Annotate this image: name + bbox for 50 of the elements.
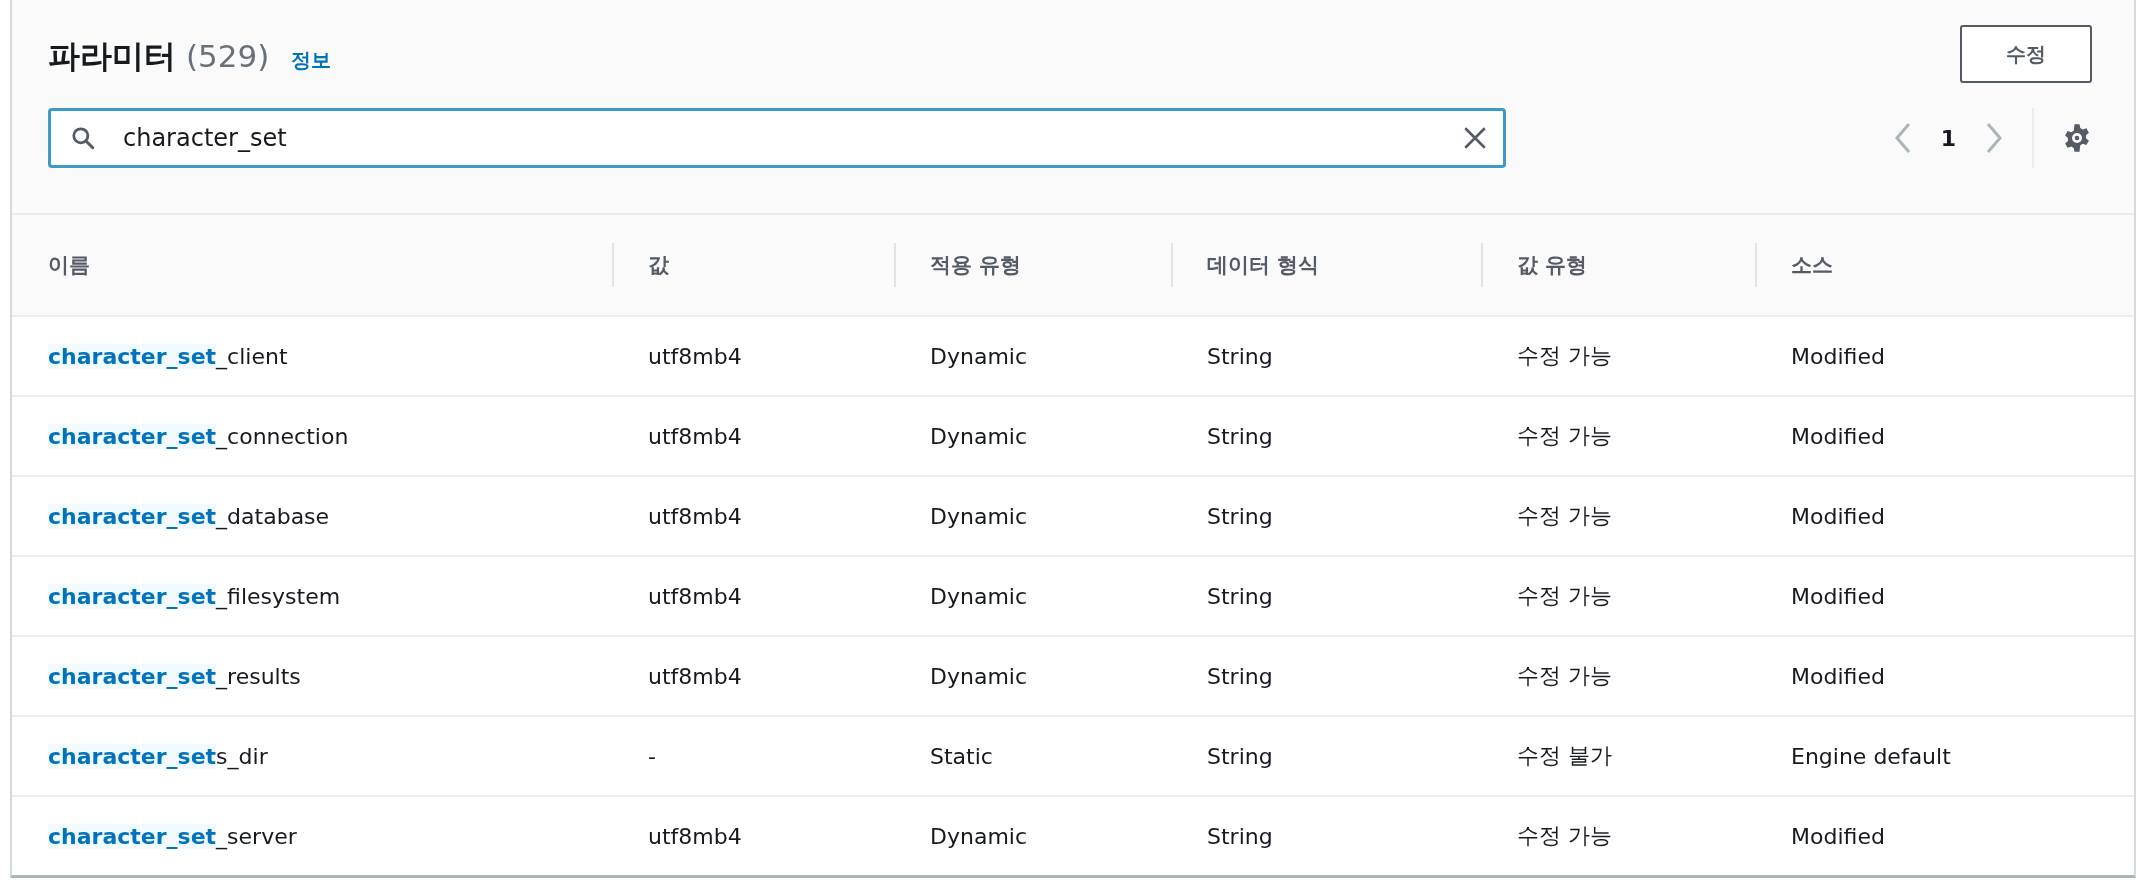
table-cell: String [1207, 583, 1273, 609]
table-cell: Modified [1791, 343, 1885, 369]
settings-icon[interactable] [2062, 123, 2092, 153]
table-cell: Engine default [1791, 743, 1951, 769]
column-header[interactable]: 적용 유형 [930, 253, 1022, 277]
info-link[interactable]: 정보 [291, 47, 332, 74]
table-cell: utf8mb4 [648, 343, 742, 369]
table-cell: Modified [1791, 823, 1885, 849]
table-cell: 수정 가능 [1517, 343, 1612, 368]
table-cell: 수정 가능 [1517, 423, 1612, 448]
edit-button[interactable]: 수정 [1960, 25, 2092, 83]
table-cell: Modified [1791, 423, 1885, 449]
table-cell: utf8mb4 [648, 663, 742, 689]
table-cell: Modified [1791, 583, 1885, 609]
table-cell: utf8mb4 [648, 583, 742, 609]
column-header[interactable]: 데이터 형식 [1207, 253, 1320, 277]
column-header[interactable]: 값 유형 [1517, 253, 1588, 277]
search-icon [70, 125, 96, 151]
table-cell: Dynamic [930, 583, 1028, 609]
table-cell: String [1207, 663, 1273, 689]
column-header[interactable]: 값 [648, 253, 669, 277]
table-cell: 수정 불가 [1517, 743, 1612, 768]
parameter-count: (529) [186, 38, 270, 74]
panel-title: 파라미터 [48, 36, 176, 77]
table-cell: Dynamic [930, 423, 1028, 449]
table-cell: - [648, 743, 656, 769]
table-cell: String [1207, 743, 1273, 769]
column-header[interactable]: 소스 [1791, 253, 1833, 277]
table-cell: utf8mb4 [648, 823, 742, 849]
column-header[interactable]: 이름 [48, 253, 90, 277]
table-cell: utf8mb4 [648, 503, 742, 529]
page-number[interactable]: 1 [1940, 125, 1956, 151]
clear-icon[interactable] [1462, 125, 1488, 151]
table-cell: Dynamic [930, 503, 1028, 529]
table-cell: 수정 가능 [1517, 583, 1612, 608]
table-cell: Modified [1791, 503, 1885, 529]
table-cell: 수정 가능 [1517, 823, 1612, 848]
table-cell: String [1207, 423, 1273, 449]
table-cell: utf8mb4 [648, 423, 742, 449]
table-cell: Static [930, 743, 993, 769]
table-cell: Dynamic [930, 343, 1028, 369]
table-cell: 수정 가능 [1517, 663, 1612, 688]
table-cell: String [1207, 343, 1273, 369]
search-field[interactable]: character_set [48, 108, 1506, 168]
table-cell: Dynamic [930, 663, 1028, 689]
table-cell: Dynamic [930, 823, 1028, 849]
table-cell: 수정 가능 [1517, 503, 1612, 528]
table-cell: String [1207, 503, 1273, 529]
table-cell: String [1207, 823, 1273, 849]
table-cell: Modified [1791, 663, 1885, 689]
